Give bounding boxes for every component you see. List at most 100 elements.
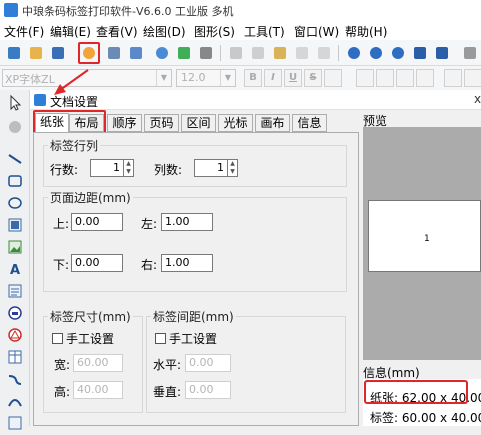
margin-bottom-input[interactable]: 0.00 — [71, 254, 123, 272]
actual-size-button[interactable] — [432, 43, 452, 63]
justify-button[interactable] — [416, 69, 434, 87]
batch-button[interactable] — [174, 43, 194, 63]
grid-button[interactable] — [196, 43, 216, 63]
print-button[interactable] — [104, 43, 124, 63]
label-width-input[interactable]: 60.00 — [73, 354, 123, 372]
paragraph-icon — [8, 284, 22, 298]
menu-view[interactable]: 查看(V) — [96, 23, 138, 40]
char-spacing-button[interactable] — [464, 69, 481, 87]
tab-info[interactable]: 信息 — [292, 114, 327, 132]
table-tool-button[interactable] — [6, 348, 24, 366]
tab-cursor[interactable]: 光标 — [218, 114, 253, 132]
label-preview-number: 1 — [424, 234, 430, 244]
image-icon — [8, 240, 22, 254]
spacing-vertical-input[interactable]: 0.00 — [185, 381, 231, 399]
arc-tool-button[interactable] — [6, 392, 24, 410]
align-right-button[interactable] — [396, 69, 414, 87]
pan-tool-button[interactable] — [6, 118, 24, 136]
close-icon[interactable]: x — [474, 92, 481, 106]
copy-button[interactable] — [248, 43, 268, 63]
tab-canvas[interactable]: 画布 — [255, 114, 290, 132]
new-doc-icon — [8, 47, 20, 59]
underline-button[interactable]: U — [284, 69, 302, 87]
ellipse-tool-button[interactable] — [6, 194, 24, 212]
label-size-manual-label: 手工设置 — [66, 332, 115, 346]
more-tools-button[interactable] — [460, 43, 480, 63]
label-rows-cols-group: 标签行列 行数: 1 ▲ ▼ 列数: 1 ▲ ▼ — [43, 137, 347, 187]
spacing-horizontal-input[interactable]: 0.00 — [185, 354, 231, 372]
redo-button[interactable] — [314, 43, 334, 63]
label-rows-cols-title: 标签行列 — [48, 137, 101, 154]
more-shapes-button[interactable] — [6, 414, 24, 432]
paragraph-tool-button[interactable] — [6, 282, 24, 300]
label-height-input[interactable]: 40.00 — [73, 381, 123, 399]
menu-file[interactable]: 文件(F) — [4, 23, 44, 40]
hand-icon — [9, 121, 21, 133]
rows-stepper[interactable]: ▲ ▼ — [124, 159, 134, 177]
zoom-in-button[interactable] — [344, 43, 364, 63]
curve-tool-button[interactable] — [6, 370, 24, 388]
cut-button[interactable] — [226, 43, 246, 63]
tab-order[interactable]: 顺序 — [107, 114, 142, 132]
chevron-down-icon: ▼ — [220, 70, 235, 86]
new-button[interactable] — [4, 43, 24, 63]
print-preview-button[interactable] — [126, 43, 146, 63]
zoom-out-button[interactable] — [366, 43, 386, 63]
textbox-tool-button[interactable] — [6, 304, 24, 322]
menu-window[interactable]: 窗口(W) — [294, 23, 339, 40]
zoom-in-icon — [348, 47, 360, 59]
menu-tools[interactable]: 工具(T) — [244, 23, 285, 40]
cols-input[interactable]: 1 — [194, 159, 228, 177]
cols-stepper[interactable]: ▲ ▼ — [228, 159, 238, 177]
italic-button[interactable]: I — [264, 69, 282, 87]
text-effect-button[interactable] — [324, 69, 342, 87]
undo-button[interactable] — [292, 43, 312, 63]
scissors-icon — [230, 47, 242, 59]
margin-top-input[interactable]: 0.00 — [71, 213, 123, 231]
select-tool-button[interactable] — [6, 94, 24, 112]
image-tool-button[interactable] — [6, 238, 24, 256]
app-logo-icon — [4, 3, 18, 17]
align-center-button[interactable] — [376, 69, 394, 87]
font-name-select[interactable]: XP字体ZL ▼ — [2, 69, 172, 87]
line-tool-button[interactable] — [6, 150, 24, 168]
save-button[interactable] — [48, 43, 68, 63]
margin-left-label: 左: — [141, 217, 158, 231]
spacing-horizontal-label: 水平: — [153, 358, 182, 372]
document-settings-button[interactable] — [78, 42, 100, 64]
bold-button[interactable]: B — [244, 69, 262, 87]
label-spacing-manual-checkbox[interactable] — [155, 333, 166, 344]
text-tool-button[interactable]: A — [6, 260, 24, 278]
barcode-tool-button[interactable] — [6, 216, 24, 234]
label-size-text: 标签: 60.00 x 40.00 — [370, 411, 481, 425]
menu-edit[interactable]: 编辑(E) — [50, 23, 91, 40]
align-left-button[interactable] — [356, 69, 374, 87]
app-title-bar: 中琅条码标签打印软件-V6.6.0 工业版 多机 — [0, 0, 481, 20]
rows-input[interactable]: 1 — [90, 159, 124, 177]
database-icon — [156, 47, 168, 59]
font-size-select[interactable]: 12.0 ▼ — [176, 69, 236, 87]
tab-range[interactable]: 区间 — [181, 114, 216, 132]
polygon-tool-button[interactable] — [6, 326, 24, 344]
undo-icon — [296, 47, 308, 59]
menu-draw[interactable]: 绘图(D) — [143, 23, 186, 40]
arc-icon — [8, 399, 22, 407]
paste-button[interactable] — [270, 43, 290, 63]
fit-page-button[interactable] — [410, 43, 430, 63]
tab-page-number[interactable]: 页码 — [144, 114, 179, 132]
open-button[interactable] — [26, 43, 46, 63]
rectangle-tool-button[interactable] — [6, 172, 24, 190]
margin-left-input[interactable]: 1.00 — [161, 213, 213, 231]
label-spacing-group: 标签间距(mm) 手工设置 水平: 0.00 垂直: 0.00 — [146, 308, 346, 413]
cols-label: 列数: — [154, 163, 183, 177]
menu-shape[interactable]: 图形(S) — [194, 23, 235, 40]
zoom-fit-button[interactable] — [388, 43, 408, 63]
strikethrough-button[interactable]: S — [304, 69, 322, 87]
menu-help[interactable]: 帮助(H) — [345, 23, 387, 40]
svg-text:A: A — [10, 263, 20, 278]
line-spacing-button[interactable] — [444, 69, 462, 87]
database-button[interactable] — [152, 43, 172, 63]
label-size-manual-checkbox[interactable] — [52, 333, 63, 344]
page-margin-group: 页面边距(mm) 上: 0.00 左: 1.00 下: 0.00 右: 1.00 — [43, 189, 347, 292]
margin-right-input[interactable]: 1.00 — [161, 254, 213, 272]
